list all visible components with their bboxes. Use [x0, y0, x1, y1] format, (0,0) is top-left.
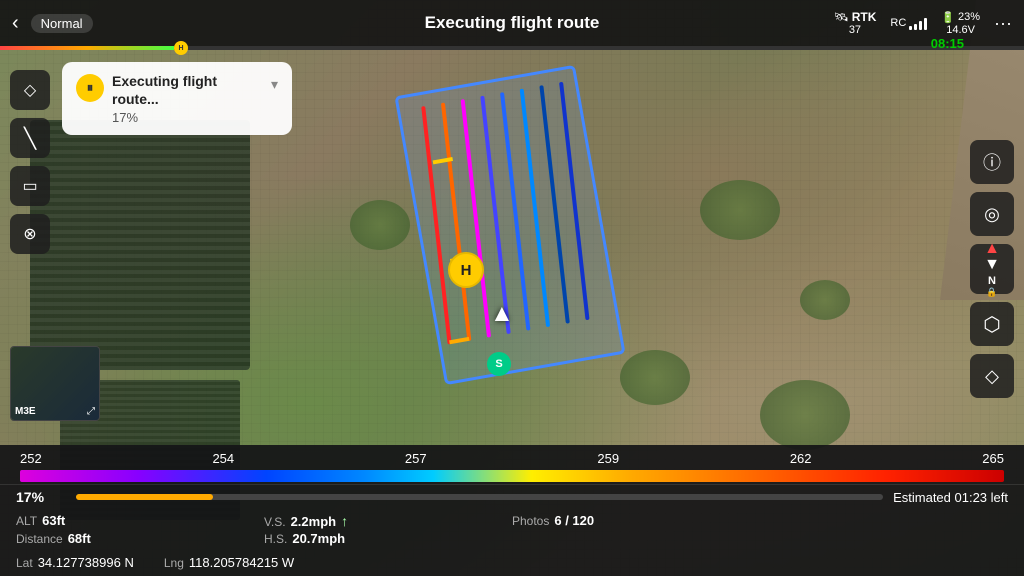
rc-label: RC	[890, 17, 906, 29]
task-card: ⏸ Executing flight route... 17% ▾	[62, 62, 292, 135]
stats-row: 17% Estimated 01:23 left	[0, 484, 1024, 509]
veg-patch-5	[760, 380, 850, 450]
top-right-controls: 🛰 RTK 37 RC 🔋 23% 14.6V	[833, 10, 1012, 36]
mini-camera-label: M3E	[15, 406, 36, 417]
close-tool-button[interactable]: ⊗	[10, 214, 50, 254]
task-percent: 17%	[112, 110, 263, 125]
progress-bar-fill	[76, 494, 213, 500]
rtk-status: 🛰 RTK 37	[833, 10, 876, 36]
diamond-tool-button[interactable]: ◇	[10, 70, 50, 110]
lat-item: Lat 34.127738996 N	[16, 555, 134, 570]
home-dot: H	[174, 41, 188, 55]
lng-item: Lng 118.205784215 W	[164, 555, 294, 570]
mini-camera-view[interactable]: M3E ⤢	[10, 346, 100, 421]
scale-label-4: 262	[790, 451, 812, 466]
scale-label-3: 259	[597, 451, 619, 466]
task-text: Executing flight route... 17%	[112, 72, 263, 125]
veg-patch-4	[620, 350, 690, 405]
vs-item: V.S. 2.2mph ↑	[264, 513, 512, 529]
rectangle-tool-button[interactable]: ▭	[10, 166, 50, 206]
info-button[interactable]: ⓘ	[970, 140, 1014, 184]
veg-patch-2	[700, 180, 780, 240]
back-button[interactable]: ‹	[12, 12, 19, 35]
line-tool-button[interactable]: ╲	[10, 118, 50, 158]
photos-label: Photos	[512, 514, 549, 528]
drone-cursor: ▲	[490, 300, 514, 328]
page-title: Executing flight route	[425, 13, 600, 33]
task-title: Executing flight route...	[112, 72, 263, 108]
layers-button[interactable]: ⬡	[970, 302, 1014, 346]
estimated-time: Estimated 01:23 left	[893, 490, 1008, 505]
scale-label-0: 252	[20, 451, 42, 466]
more-button[interactable]: ···	[994, 13, 1012, 34]
dist-item: Distance 68ft	[16, 531, 264, 546]
bar-3	[919, 21, 922, 30]
progress-time: 08:15	[931, 36, 964, 51]
alt-item: ALT 63ft	[16, 513, 264, 529]
mode-pill[interactable]: Normal	[31, 14, 93, 33]
north-indicator[interactable]: ▲ ▼ N 🔒	[970, 244, 1014, 294]
scale-label-2: 257	[405, 451, 427, 466]
lng-label: Lng	[164, 556, 184, 570]
rtk-value: 37	[849, 24, 861, 36]
lock-icon: 🔒	[986, 287, 997, 298]
solar-panel-area-1	[30, 120, 250, 370]
rtk-label: RTK	[852, 10, 877, 24]
north-down-arrow: ▼	[984, 257, 1000, 273]
dist-label: Distance	[16, 532, 63, 546]
scale-label-5: 265	[982, 451, 1004, 466]
target-button[interactable]: ◎	[970, 192, 1014, 236]
hs-label: H.S.	[264, 532, 287, 546]
left-toolbar: ◇ ╲ ▭ ⊗	[10, 70, 50, 254]
bar-2	[914, 24, 917, 30]
right-toolbar: ⓘ ◎ ▲ ▼ N 🔒 ⬡ ◇	[970, 140, 1014, 398]
lat-value: 34.127738996 N	[38, 555, 134, 570]
photos-value: 6 / 120	[554, 513, 594, 528]
vs-label: V.S.	[264, 515, 286, 529]
north-up-arrow: ▲	[984, 241, 1000, 257]
dist-value: 68ft	[68, 531, 91, 546]
pause-button[interactable]: ⏸	[76, 74, 104, 102]
vs-value: 2.2mph	[291, 514, 337, 529]
home-marker: H	[448, 252, 484, 288]
rc-signal: RC	[890, 16, 927, 30]
start-marker: S	[487, 352, 511, 376]
scale-label-1: 254	[212, 451, 234, 466]
lng-value: 118.205784215 W	[189, 555, 294, 570]
coords-row: Lat 34.127738996 N Lng 118.205784215 W	[0, 552, 1024, 576]
alt-value: 63ft	[42, 513, 65, 528]
scale-labels: 252 254 257 259 262 265	[20, 451, 1004, 466]
progress-track: H 08:15	[0, 46, 1024, 50]
color-scale: 252 254 257 259 262 265	[0, 445, 1024, 484]
color-scale-bar	[20, 470, 1004, 482]
hs-item: H.S. 20.7mph	[264, 531, 512, 546]
vs-arrow: ↑	[341, 513, 348, 529]
alt-label: ALT	[16, 514, 37, 528]
progress-fill	[0, 46, 174, 50]
bar-4	[924, 18, 927, 30]
hs-value: 20.7mph	[292, 531, 345, 546]
veg-patch-1	[350, 200, 410, 250]
progress-bar-container	[76, 494, 883, 500]
north-label: N	[988, 275, 996, 287]
progress-percentage: 17%	[16, 489, 66, 505]
data-grid: ALT 63ft V.S. 2.2mph ↑ Photos 6 / 120 Di…	[0, 509, 1024, 552]
battery-voltage: 14.6V	[946, 24, 975, 36]
battery-status: 🔋 23% 14.6V	[941, 11, 980, 36]
map-type-button[interactable]: ◇	[970, 354, 1014, 398]
signal-bars	[909, 16, 927, 30]
top-bar: ‹ Normal Executing flight route 🛰 RTK 37…	[0, 0, 1024, 46]
photos-item: Photos 6 / 120	[512, 513, 1008, 529]
bottom-panel: 252 254 257 259 262 265 17% Estimated 01…	[0, 445, 1024, 576]
battery-pct: 23%	[958, 11, 980, 23]
veg-patch-3	[800, 280, 850, 320]
mini-expand-icon[interactable]: ⤢	[87, 406, 95, 417]
task-chevron[interactable]: ▾	[271, 76, 278, 93]
lat-label: Lat	[16, 556, 33, 570]
bar-1	[909, 26, 912, 30]
